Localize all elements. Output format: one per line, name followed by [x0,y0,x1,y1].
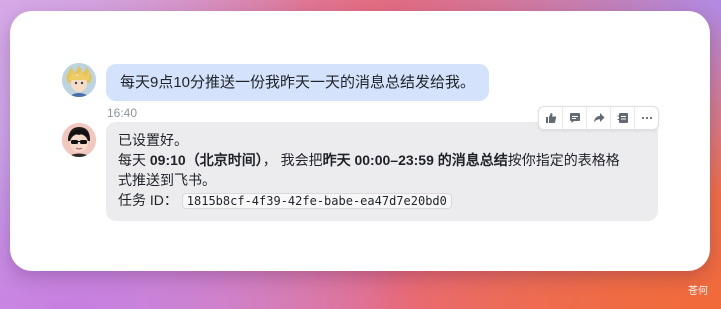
reply-schedule-time: 09:10（北京时间） [149,152,263,168]
anime-avatar-icon [62,63,96,97]
reply-suffix: 按你指定的表格格 [507,152,620,168]
sunglasses-avatar-icon [62,123,96,157]
user-message-text: 每天9点10分推送一份我昨天一天的消息总结发给我。 [120,74,476,91]
user-avatar[interactable] [62,63,96,97]
message-timestamp: 16:40 [107,106,138,120]
comment-icon [569,113,580,123]
reply-middle: ， 我会把 [262,152,323,168]
reply-line-3: 式推送到飞书。 [118,172,216,188]
more-button[interactable] [635,107,658,129]
user-message-bubble[interactable]: 每天9点10分推送一份我昨天一天的消息总结发给我。 [106,64,490,101]
reply-task-line: 任务 ID： 1815b8cf-4f39-42fe-babe-ea47d7e20… [118,190,646,211]
reply-line-2: 每天 09:10（北京时间）， 我会把昨天 00:00–23:59 的消息总结按… [118,150,646,170]
task-id-value[interactable]: 1815b8cf-4f39-42fe-babe-ea47d7e20bd0 [181,193,452,209]
more-icon [641,116,652,120]
like-button[interactable] [539,107,563,129]
chat-card: 每天9点10分推送一份我昨天一天的消息总结发给我。 16:40 已设置好。 每天… [10,11,710,271]
bot-reply-bubble[interactable]: 已设置好。 每天 09:10（北京时间）， 我会把昨天 00:00–23:59 … [106,122,658,221]
note-button[interactable] [611,107,635,129]
reply-prefix: 每天 [118,152,150,168]
task-id-label: 任务 ID： [118,192,178,208]
reply-line-1: 已设置好。 [118,132,188,148]
reply-button[interactable] [563,107,587,129]
edit-note-icon [617,113,628,123]
bot-avatar[interactable] [62,123,96,157]
message-action-bar [538,106,659,130]
forward-button[interactable] [587,107,611,129]
forward-icon [593,113,604,123]
reply-time-range: 昨天 00:00–23:59 的消息总结 [322,152,508,168]
thumbs-up-icon [545,113,556,123]
watermark: 苍何 [688,286,708,297]
